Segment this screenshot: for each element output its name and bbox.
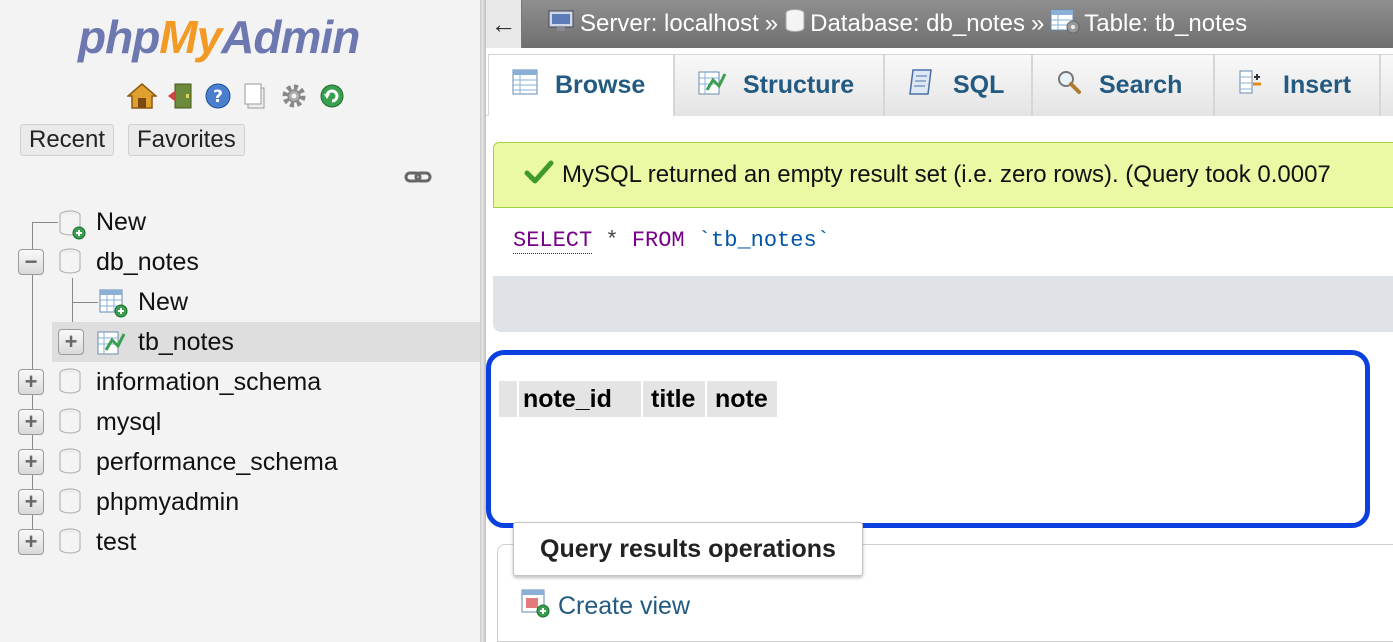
breadcrumb-server[interactable]: Server: localhost: [548, 9, 759, 40]
settings-icon[interactable]: [278, 80, 310, 112]
database-icon: [58, 368, 84, 403]
database-icon: [58, 408, 84, 443]
tree-item-new-table[interactable]: New: [0, 282, 480, 322]
expand-icon[interactable]: +: [18, 489, 44, 515]
expand-icon[interactable]: +: [18, 369, 44, 395]
tree-item-mysql[interactable]: + mysql: [0, 402, 480, 442]
sql-query-text[interactable]: SELECT * FROM `tb_notes`: [493, 208, 1393, 276]
database-icon: [58, 528, 84, 563]
recent-button[interactable]: Recent: [20, 124, 115, 156]
database-icon: [58, 248, 84, 283]
results-table-highlight: note_id title note: [486, 350, 1370, 528]
sql-keyword-from: FROM: [631, 228, 685, 253]
collapse-icon[interactable]: −: [18, 249, 44, 275]
create-view-label: Create view: [558, 592, 690, 620]
table-tabs: Browse Structure SQL Search Insert: [486, 48, 1393, 116]
docs-icon[interactable]: [240, 80, 272, 112]
column-header-title[interactable]: title: [643, 381, 707, 417]
results-table-header: note_id title note: [499, 381, 779, 417]
create-view-icon: [520, 588, 550, 625]
tab-sql[interactable]: SQL: [884, 54, 1032, 116]
tree-item-label: test: [96, 527, 137, 556]
table-header-spacer: [499, 381, 519, 417]
tree-item-label: information_schema: [96, 367, 322, 396]
exit-icon[interactable]: [164, 80, 196, 112]
tab-label: Structure: [743, 71, 855, 99]
database-icon: [784, 8, 806, 40]
table-icon: [1050, 8, 1080, 41]
structure-icon: [697, 68, 727, 103]
database-icon: [58, 488, 84, 523]
search-icon: [1055, 68, 1083, 103]
breadcrumb-separator: »: [1030, 10, 1045, 37]
sql-icon: [907, 67, 937, 104]
link-icon[interactable]: [404, 168, 432, 191]
tab-search[interactable]: Search: [1032, 54, 1214, 116]
tab-label: Browse: [555, 70, 646, 99]
tab-insert[interactable]: Insert: [1214, 54, 1380, 116]
server-icon: [548, 9, 576, 40]
breadcrumb-database[interactable]: Database: db_notes: [784, 8, 1025, 40]
home-icon[interactable]: [126, 80, 158, 112]
tab-more[interactable]: [1380, 54, 1393, 116]
tab-label: SQL: [953, 71, 1005, 99]
query-results-operations-legend: Query results operations: [513, 522, 863, 576]
browse-icon: [511, 68, 539, 103]
tree-item-label: db_notes: [96, 247, 199, 276]
expand-icon[interactable]: +: [18, 409, 44, 435]
expand-icon[interactable]: +: [18, 449, 44, 475]
check-icon: [524, 159, 554, 192]
column-header-note-id[interactable]: note_id: [519, 381, 643, 417]
tree-item-label: tb_notes: [138, 327, 234, 356]
reload-icon[interactable]: [316, 80, 348, 112]
tree-item-label: New: [138, 287, 189, 316]
tab-label: Search: [1099, 71, 1183, 99]
tree-item-new-database[interactable]: New: [0, 202, 480, 242]
expand-icon[interactable]: +: [18, 529, 44, 555]
help-icon[interactable]: ?: [202, 80, 234, 112]
svg-text:?: ?: [213, 87, 223, 107]
success-message-text: MySQL returned an empty result set (i.e.…: [562, 161, 1331, 188]
tree-item-label: phpmyadmin: [96, 487, 240, 516]
tree-item-tb-notes[interactable]: + tb_notes: [52, 322, 480, 362]
database-icon: [58, 448, 84, 483]
breadcrumb-database-label: Database: db_notes: [810, 10, 1025, 37]
sql-query-box: SELECT * FROM `tb_notes`: [493, 208, 1393, 332]
insert-icon: [1237, 67, 1267, 104]
favorites-button[interactable]: Favorites: [128, 124, 245, 156]
breadcrumb-table[interactable]: Table: tb_notes: [1050, 8, 1247, 41]
sql-table-name: `tb_notes`: [697, 228, 830, 253]
tree-item-information-schema[interactable]: + information_schema: [0, 362, 480, 402]
tree-item-label: mysql: [96, 407, 162, 436]
tree-item-test[interactable]: + test: [0, 522, 480, 562]
tree-item-label: performance_schema: [96, 447, 338, 476]
breadcrumb-table-label: Table: tb_notes: [1084, 10, 1248, 37]
breadcrumb-separator: »: [764, 10, 779, 37]
tree-item-performance-schema[interactable]: + performance_schema: [0, 442, 480, 482]
sql-keyword-select[interactable]: SELECT: [513, 228, 593, 254]
tab-structure[interactable]: Structure: [674, 54, 884, 116]
phpmyadmin-logo[interactable]: phpMyAdmin: [78, 10, 360, 64]
tree-item-db-notes[interactable]: − db_notes: [0, 242, 480, 282]
tab-browse[interactable]: Browse: [488, 54, 674, 116]
nav-icon-bar: ?: [126, 80, 348, 112]
breadcrumb-server-label: Server: localhost: [580, 10, 759, 37]
new-table-icon: [98, 288, 128, 325]
table-structure-icon: [96, 328, 126, 365]
tree-item-phpmyadmin[interactable]: + phpmyadmin: [0, 482, 480, 522]
create-view-link[interactable]: Create view: [520, 588, 690, 625]
success-message: MySQL returned an empty result set (i.e.…: [493, 142, 1393, 208]
navigation-panel: phpMyAdmin ? Recent Favorites New − db_n…: [0, 0, 480, 642]
tree-item-label: New: [96, 207, 147, 236]
expand-icon[interactable]: +: [58, 329, 84, 355]
breadcrumb: ← Server: localhost » Database: db_notes…: [486, 0, 1393, 48]
tab-label: Insert: [1283, 71, 1352, 99]
sql-star: *: [605, 228, 619, 253]
back-button[interactable]: ←: [486, 0, 522, 48]
column-header-note[interactable]: note: [707, 381, 779, 417]
